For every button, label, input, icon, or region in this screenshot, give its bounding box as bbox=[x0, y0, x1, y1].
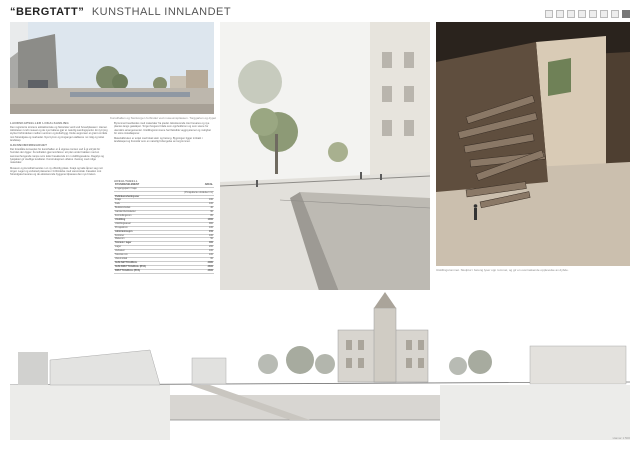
sheet-box bbox=[578, 10, 586, 18]
text-paragraph: Byrommet bearbeides med materialer fra s… bbox=[114, 122, 211, 135]
sheet-box bbox=[611, 10, 619, 18]
sheet-box bbox=[600, 10, 608, 18]
text-paragraph: Materialbruken er enkel med lokal stein … bbox=[114, 137, 203, 144]
project-name: “BERGTATT” bbox=[10, 6, 85, 18]
interior-image bbox=[436, 22, 630, 266]
sheet-box bbox=[589, 10, 597, 18]
site-section-drawing bbox=[10, 290, 630, 440]
area-table-value: 2600 bbox=[165, 269, 214, 274]
scale-note: Hamar 1:500 bbox=[612, 436, 630, 440]
page-title: “BERGTATT” KUNSTHALL INNLANDET bbox=[10, 6, 231, 18]
sheet-box bbox=[622, 10, 630, 18]
photo-caption: Kunsthallen og Storkorgen forbindet ved … bbox=[110, 116, 216, 120]
right-caption: Utstillingsrommet. Skulptur i betong lys… bbox=[436, 268, 569, 272]
street-view-render bbox=[220, 22, 430, 294]
project-subtitle: KUNSTHALL INNLANDET bbox=[91, 6, 232, 18]
text-paragraph: Den registrerte tomtens arkitektoniske o… bbox=[10, 125, 108, 142]
context-photo bbox=[10, 22, 214, 114]
area-table-label: BRUTTOAREAL (BTA) bbox=[114, 269, 166, 274]
interior-render bbox=[436, 22, 630, 266]
sheet-indicator bbox=[545, 10, 630, 18]
sheet-box bbox=[545, 10, 553, 18]
sheet-box bbox=[567, 10, 575, 18]
sheet-box bbox=[556, 10, 564, 18]
context-photo-image bbox=[10, 22, 214, 114]
street-view-image bbox=[220, 22, 430, 294]
text-heading: LANDSKAPSELLER LOKALSAMLING bbox=[10, 122, 69, 125]
text-paragraph: Museum og kunsthall samles i en ny offen… bbox=[10, 166, 103, 177]
site-section-image bbox=[10, 290, 630, 440]
area-table: BYGNINGSELEMENT AREAL Inngangsparti / foaj… bbox=[114, 183, 214, 274]
text-paragraph: Det foreslåtte konseptet for kunsthallen… bbox=[10, 148, 105, 165]
text-column-1: LANDSKAPSELLER LOKALSAMLING Den registrer… bbox=[10, 122, 108, 288]
area-table-block: AREALTABELL BYGNINGSELEMENT AREAL Inngangs… bbox=[114, 180, 214, 290]
text-column-2: Byrommet bearbeides med materialer fra s… bbox=[114, 122, 214, 178]
area-table-row: BRUTTOAREAL (BTA) 2600 bbox=[114, 269, 214, 274]
